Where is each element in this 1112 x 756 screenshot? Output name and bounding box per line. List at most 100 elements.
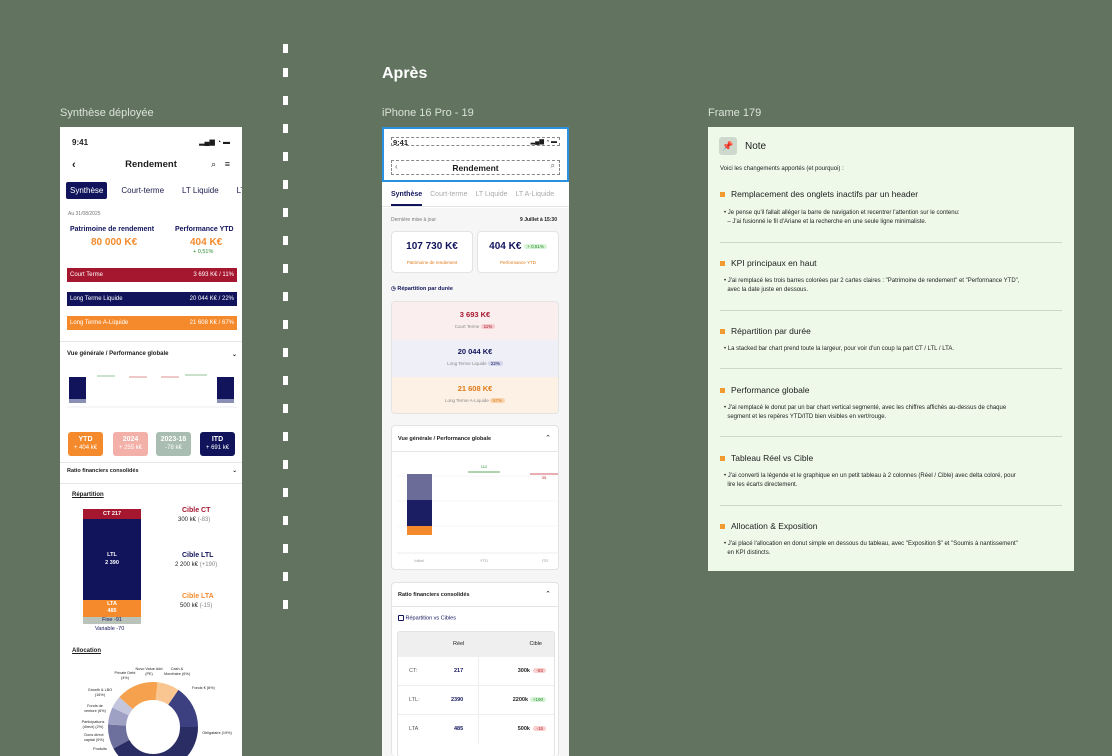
x-tick-ytd: YTD xyxy=(480,558,488,563)
kpi-label: Performance YTD xyxy=(500,260,536,265)
pill-value: + 255 k€ xyxy=(118,445,143,451)
tab-lt-liquide[interactable]: LT Liquide xyxy=(475,185,507,206)
bar-label: Long Terme Liquide xyxy=(70,296,123,302)
bar-value: 20 044 K€ / 22% xyxy=(189,296,234,302)
pill-2023-18[interactable]: 2023-18 -78 k€ xyxy=(156,432,191,456)
divider xyxy=(720,242,1062,243)
bar-label: Long Terme A-Liquide xyxy=(70,320,129,326)
overview-chart: 112 35 Initial YTD ITD xyxy=(397,464,558,563)
chart-label-top: 112 xyxy=(481,464,488,469)
row-real: 485 xyxy=(454,726,464,732)
duration-tag: 67% xyxy=(489,398,505,403)
bar-long-terme-liquide[interactable]: Long Terme Liquide 20 044 K€ / 22% xyxy=(67,292,237,306)
search-icon[interactable]: ⌕ xyxy=(211,159,216,170)
duration-tag: 11% xyxy=(480,324,496,329)
target-lta-title: Cible LTA xyxy=(182,593,214,600)
col-real: Réel xyxy=(453,641,465,647)
col-target: Cible xyxy=(529,641,542,647)
duration-label-row: Long Terme A-Liquide 67% xyxy=(392,398,558,403)
chart-label-right: 35 xyxy=(542,475,547,480)
donut-label-novo: Novo Value Add (PE) xyxy=(135,667,163,676)
bar-value: 21 608 K€ / 67% xyxy=(189,320,234,326)
row-delta: -15 xyxy=(533,726,546,731)
row-target: 500k xyxy=(517,726,530,732)
table-row[interactable]: LTL: 2390 2200k +190 xyxy=(398,686,554,715)
kpi-card-patrimoine[interactable]: 107 730 K€ Patrimoine de rendement xyxy=(391,231,473,273)
note-heading: Tableau Réel vs Cible xyxy=(720,453,813,463)
row-name: CT: xyxy=(409,668,418,674)
row-delta: -83 xyxy=(533,668,546,673)
target-lta-value: 500 k€ (-15) xyxy=(180,603,213,609)
row-real: 217 xyxy=(454,668,464,674)
stack-lta-value: 485 xyxy=(107,608,117,614)
section-overview[interactable]: Vue générale / Performance globale ⌄ xyxy=(67,351,237,358)
pill-value: + 404 k€ xyxy=(73,445,98,451)
tab-court-terme[interactable]: Court-terme xyxy=(430,185,467,206)
divider xyxy=(720,310,1062,311)
status-time: 9:41 xyxy=(72,138,89,147)
stack-ltl-label: LTL xyxy=(107,552,117,558)
donut-label-fonds-euro: Fonds € (6%) xyxy=(192,686,215,690)
tab-lt-a-liquide[interactable]: LT A-Liquide xyxy=(516,185,555,206)
donut-label-produits: Produits xyxy=(93,747,107,751)
x-tick-itd: ITD xyxy=(542,558,549,563)
divider xyxy=(60,483,242,484)
tab-court-terme[interactable]: Court-terme xyxy=(117,182,168,199)
stack-fixe: Fixe -91 xyxy=(83,617,141,624)
table-header: Réel Cible xyxy=(398,632,554,657)
allocation-donut xyxy=(108,682,198,756)
kpi-right-label: Performance YTD xyxy=(175,226,234,233)
ratios-title: Ratio financiers consolidés xyxy=(398,592,470,598)
kpi-left-value: 80 000 K€ xyxy=(91,237,138,248)
stack-variable: Variable -70 xyxy=(95,626,125,632)
duration-ct[interactable]: 3 693 K€ Court Terme 11% xyxy=(392,302,558,340)
donut-label-participations: Participations (direct) (2%) xyxy=(81,720,105,729)
row-real: 2390 xyxy=(451,697,464,703)
note-frame: 📌 Note Voici les changements apportés (e… xyxy=(708,127,1074,571)
donut-label-obligataire: Obligataire (19%) xyxy=(202,731,232,735)
table-row[interactable]: CT: 217 300k -83 xyxy=(398,657,554,686)
bar-court-terme[interactable]: Court Terme 3 693 K€ / 11% xyxy=(67,268,237,282)
pill-ytd[interactable]: YTD + 404 k€ xyxy=(68,432,103,456)
status-bar: 9:41 ▂▄▆ ◔ ▬ xyxy=(391,137,560,147)
table-row[interactable]: LTA 485 500k -15 xyxy=(398,715,554,744)
filter-icon[interactable]: ≡ xyxy=(225,159,230,169)
pill-2024[interactable]: 2024 + 255 k€ xyxy=(113,432,148,456)
chevron-down-icon: ⌄ xyxy=(231,352,237,358)
note-body: • La stacked bar chart prend toute la la… xyxy=(724,346,955,352)
header-selected: 9:41 ▂▄▆ ◔ ▬ ‹ Rendement ⌕ xyxy=(382,127,569,182)
status-time: 9:41 xyxy=(393,138,409,147)
ratios-card: Ratio financiers consolidés ⌃ Répartitio… xyxy=(391,582,559,756)
tab-lt[interactable]: LT xyxy=(233,182,242,199)
duration-label-row: Court Terme 11% xyxy=(392,324,558,329)
header-row: ‹ Rendement ⌕ xyxy=(391,160,560,175)
duration-label-row: Long Terme Liquide 22% xyxy=(392,361,558,366)
divider xyxy=(720,505,1062,506)
col-divider xyxy=(478,686,479,715)
duration-lta[interactable]: 21 608 K€ Long Terme A-Liquide 67% xyxy=(392,377,558,413)
section-ratios[interactable]: Ratio financiers consolidés ⌄ xyxy=(67,468,237,474)
search-icon[interactable]: ⌕ xyxy=(551,161,555,171)
phone-after: 9:41 ▂▄▆ ◔ ▬ ‹ Rendement ⌕ Synthèse Cour… xyxy=(382,127,569,756)
tab-lt-liquide[interactable]: LT Liquide xyxy=(178,182,223,199)
frame-label-right: Frame 179 xyxy=(708,107,762,119)
status-icons: ▂▄▆ ◔ ▬ xyxy=(199,139,230,146)
donut-label-growth: Growth & LBO (16%) xyxy=(87,688,113,697)
tab-synthese[interactable]: Synthèse xyxy=(66,182,108,199)
kpi-label: Patrimoine de rendement xyxy=(406,260,458,265)
duration-value: 21 608 K€ xyxy=(457,384,493,393)
kpi-card-performance[interactable]: 404 K€ + 0,51% Performance YTD xyxy=(477,231,559,273)
note-body: • J'ai placé l'allocation en donut simpl… xyxy=(724,541,1018,556)
chevron-up-icon[interactable]: ⌃ xyxy=(545,434,551,442)
frame-label-mid: iPhone 16 Pro - 19 xyxy=(382,107,474,119)
pill-itd[interactable]: ITD + 691 k€ xyxy=(200,432,235,456)
kpi-value: 107 730 K€ xyxy=(406,241,458,252)
duration-title: ◷ Répartition par durée xyxy=(391,286,453,292)
duration-ltl[interactable]: 20 044 K€ Long Terme Liquide 22% xyxy=(392,340,558,377)
tab-synthese[interactable]: Synthèse xyxy=(391,185,423,206)
bar-label: Court Terme xyxy=(70,272,103,278)
target-ltl-title: Cible LTL xyxy=(182,552,214,559)
updated-value: 9 Juillet à 15:30 xyxy=(520,217,557,223)
bar-long-terme-a-liquide[interactable]: Long Terme A-Liquide 21 608 K€ / 67% xyxy=(67,316,237,330)
chevron-up-icon[interactable]: ⌃ xyxy=(545,590,551,598)
